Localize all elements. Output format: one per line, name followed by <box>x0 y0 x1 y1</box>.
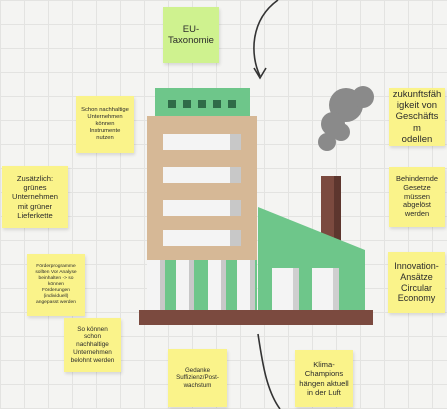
sticky-note-zusaetzlich[interactable]: Zusätzlich: grünes Unternehmen mit grüne… <box>2 166 68 228</box>
sticky-note-eu-taxonomie[interactable]: EU- Taxonomie <box>163 7 219 63</box>
whiteboard-canvas[interactable]: EU- Taxonomie Schon nachhaltige Unterneh… <box>0 0 447 409</box>
sticky-note-gedanke-suffizienz[interactable]: Gedanke Suffizienz/Post- wachstum <box>168 349 227 407</box>
base-platform <box>139 310 373 325</box>
smoke-cloud-icon <box>318 86 374 151</box>
sticky-note-klima-champions[interactable]: Klima- Champions hängen aktuell in der L… <box>295 350 353 407</box>
sticky-note-zukunftsfaehigkeit[interactable]: zukunftsfäh igkeit von Geschäftsm odelle… <box>389 88 445 146</box>
sticky-note-schon-nachhaltige[interactable]: Schon nachhaltige Unternehmen können Ins… <box>76 96 134 153</box>
connector-arrow-top <box>253 0 279 77</box>
connector-line-bottom <box>257 333 281 409</box>
sticky-note-behindernde-gesetze[interactable]: Behindernde Gesetze müssen abgelöst werd… <box>389 167 445 227</box>
sticky-note-so-koennen[interactable]: So können schon nachhaltige Unternehmen … <box>64 318 121 372</box>
sticky-note-innovation-ansaetze[interactable]: Innovation- Ansätze Circular Economy <box>388 252 445 313</box>
arrowhead-icon <box>253 67 267 80</box>
sticky-note-foerderprogramme[interactable]: Förderprogramme sollten Vor Analyse bein… <box>27 254 85 316</box>
